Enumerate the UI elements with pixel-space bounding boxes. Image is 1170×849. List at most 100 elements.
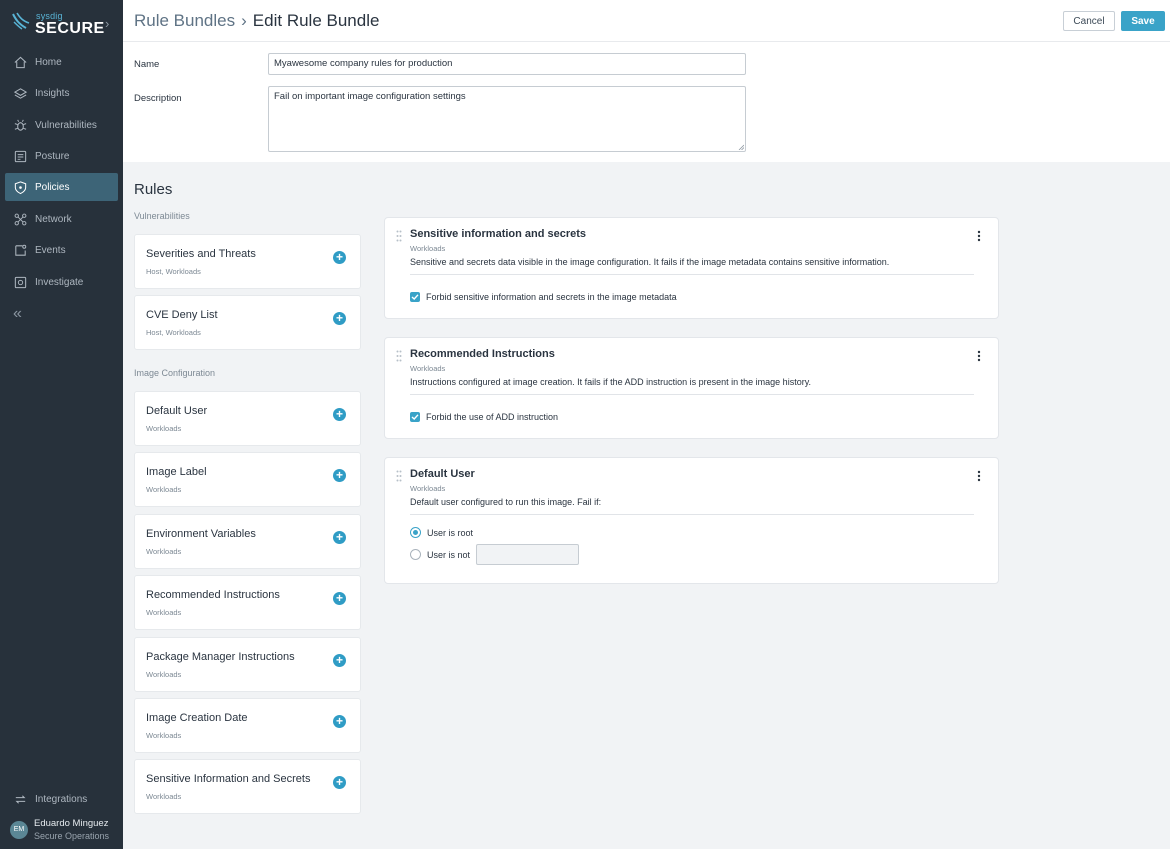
name-label: Name	[134, 59, 160, 70]
option-forbid-sensitive-information[interactable]: Forbid sensitive information and secrets…	[410, 292, 677, 302]
rule-card-environment-variables[interactable]: Environment Variables Workloads +	[134, 514, 361, 569]
add-rule-icon[interactable]: +	[333, 654, 346, 667]
option-label: User is not	[427, 549, 471, 560]
investigate-icon	[14, 276, 27, 288]
chevron-right-icon[interactable]: ›	[105, 16, 109, 31]
collapse-sidebar-icon[interactable]: «	[13, 305, 22, 323]
option-forbid-add-instruction[interactable]: Forbid the use of ADD instruction	[410, 412, 558, 422]
rule-card-recommended-instructions[interactable]: Recommended Instructions Workloads +	[134, 575, 361, 630]
sidebar-item-investigate[interactable]: Investigate	[5, 268, 118, 296]
rule-card-package-manager-instructions[interactable]: Package Manager Instructions Workloads +	[134, 637, 361, 692]
divider	[410, 394, 974, 395]
rule-scope: Workloads	[146, 670, 182, 679]
bundle-rule-scope: Workloads	[410, 364, 446, 373]
name-field[interactable]: Myawesome company rules for production	[268, 53, 746, 75]
home-icon	[14, 56, 27, 68]
insights-icon	[13, 87, 28, 99]
rule-scope: Workloads	[146, 485, 182, 494]
bundle-form: Name Myawesome company rules for product…	[123, 42, 1170, 162]
sidebar-item-label: Integrations	[35, 793, 88, 805]
bundle-rule-scope: Workloads	[410, 484, 446, 493]
bundle-rule-description: Default user configured to run this imag…	[410, 497, 602, 507]
radio-selected-icon[interactable]	[410, 527, 421, 538]
rule-title: Default User	[146, 405, 208, 417]
drag-handle-icon[interactable]	[396, 470, 402, 482]
rule-card-default-user[interactable]: Default User Workloads +	[134, 391, 361, 446]
save-button[interactable]: Save	[1121, 11, 1165, 31]
sidebar: sysdig SECURE › Home Insights Vulnerabil…	[0, 0, 123, 849]
drag-handle-icon[interactable]	[396, 350, 402, 362]
sidebar-item-network[interactable]: Network	[5, 205, 118, 233]
sidebar-item-home[interactable]: Home	[5, 48, 118, 76]
bundle-rule-title: Recommended Instructions	[410, 348, 555, 360]
more-options-icon[interactable]	[977, 470, 981, 482]
description-text: Fail on important image configuration se…	[274, 91, 466, 102]
resize-handle-icon[interactable]	[738, 144, 744, 150]
option-user-is-not[interactable]: User is not	[410, 544, 580, 565]
rule-card-severities-and-threats[interactable]: Severities and Threats Host, Workloads +	[134, 234, 361, 289]
rule-scope: Workloads	[146, 731, 182, 740]
add-rule-icon[interactable]: +	[333, 715, 346, 728]
bundle-rule-sensitive-information: Sensitive information and secrets Worklo…	[384, 217, 999, 319]
radio-unselected-icon[interactable]	[410, 549, 421, 560]
add-rule-icon[interactable]: +	[333, 469, 346, 482]
breadcrumb-separator: ›	[241, 11, 247, 30]
bundle-rule-description: Sensitive and secrets data visible in th…	[410, 257, 890, 267]
sidebar-item-label: Posture	[35, 150, 70, 162]
drag-handle-icon[interactable]	[396, 230, 402, 242]
sidebar-item-label: Network	[35, 213, 72, 225]
user-profile[interactable]: EM Eduardo Minguez Secure Operations	[10, 818, 109, 841]
sidebar-item-label: Vulnerabilities	[35, 119, 97, 131]
sidebar-item-posture[interactable]: Posture	[5, 142, 118, 170]
checkbox-checked-icon[interactable]	[410, 412, 420, 422]
rule-card-cve-deny-list[interactable]: CVE Deny List Host, Workloads +	[134, 295, 361, 350]
cancel-button[interactable]: Cancel	[1063, 11, 1115, 31]
add-rule-icon[interactable]: +	[333, 531, 346, 544]
bundle-rule-description: Instructions configured at image creatio…	[410, 377, 812, 387]
bundle-rule-default-user: Default User Workloads Default user conf…	[384, 457, 999, 584]
page-title: Edit Rule Bundle	[252, 11, 380, 30]
add-rule-icon[interactable]: +	[333, 408, 346, 421]
sidebar-item-label: Policies	[35, 181, 70, 193]
more-options-icon[interactable]	[977, 230, 981, 242]
option-label: Forbid sensitive information and secrets…	[426, 292, 677, 302]
integrations-icon	[15, 794, 26, 804]
add-rule-icon[interactable]: +	[333, 251, 346, 264]
rule-scope: Host, Workloads	[146, 267, 201, 276]
checkbox-checked-icon[interactable]	[410, 292, 420, 302]
option-label: Forbid the use of ADD instruction	[426, 412, 559, 422]
option-label: User is root	[427, 527, 474, 538]
bug-icon	[14, 119, 27, 131]
sidebar-item-insights[interactable]: Insights	[5, 79, 118, 107]
sidebar-item-policies[interactable]: Policies	[5, 173, 118, 201]
rule-title: Environment Variables	[146, 528, 256, 540]
rule-title: Recommended Instructions	[146, 589, 280, 601]
bundle-rule-recommended-instructions: Recommended Instructions Workloads Instr…	[384, 337, 999, 439]
add-rule-icon[interactable]: +	[333, 312, 346, 325]
page-header: Rule Bundles › Edit Rule Bundle Cancel Sav…	[123, 0, 1170, 42]
rule-title: Image Label	[146, 466, 207, 478]
brand-logo[interactable]: sysdig SECURE ›	[10, 8, 120, 40]
rule-card-image-label[interactable]: Image Label Workloads +	[134, 452, 361, 507]
rule-title: Image Creation Date	[146, 712, 248, 724]
sidebar-item-vulnerabilities[interactable]: Vulnerabilities	[5, 111, 118, 139]
bundle-rule-title: Sensitive information and secrets	[410, 228, 587, 240]
add-rule-icon[interactable]: +	[333, 776, 346, 789]
breadcrumb-rule-bundles-link[interactable]: Rule Bundles	[134, 11, 235, 30]
rule-title: Package Manager Instructions	[146, 651, 295, 663]
more-options-icon[interactable]	[977, 350, 981, 362]
add-rule-icon[interactable]: +	[333, 592, 346, 605]
rule-scope: Workloads	[146, 547, 182, 556]
sidebar-item-integrations[interactable]: Integrations	[5, 785, 118, 813]
sidebar-item-label: Insights	[35, 87, 70, 99]
rule-card-sensitive-information-and-secrets[interactable]: Sensitive Information and Secrets Worklo…	[134, 759, 361, 814]
posture-icon	[14, 150, 27, 162]
user-name-input[interactable]	[476, 544, 580, 565]
rule-card-image-creation-date[interactable]: Image Creation Date Workloads +	[134, 698, 361, 753]
sidebar-item-events[interactable]: Events	[5, 236, 118, 264]
divider	[410, 274, 974, 275]
description-field[interactable]: Fail on important image configuration se…	[268, 86, 746, 152]
option-user-is-root[interactable]: User is root	[410, 527, 473, 538]
avatar: EM	[10, 820, 28, 839]
user-role: Secure Operations	[34, 831, 110, 841]
